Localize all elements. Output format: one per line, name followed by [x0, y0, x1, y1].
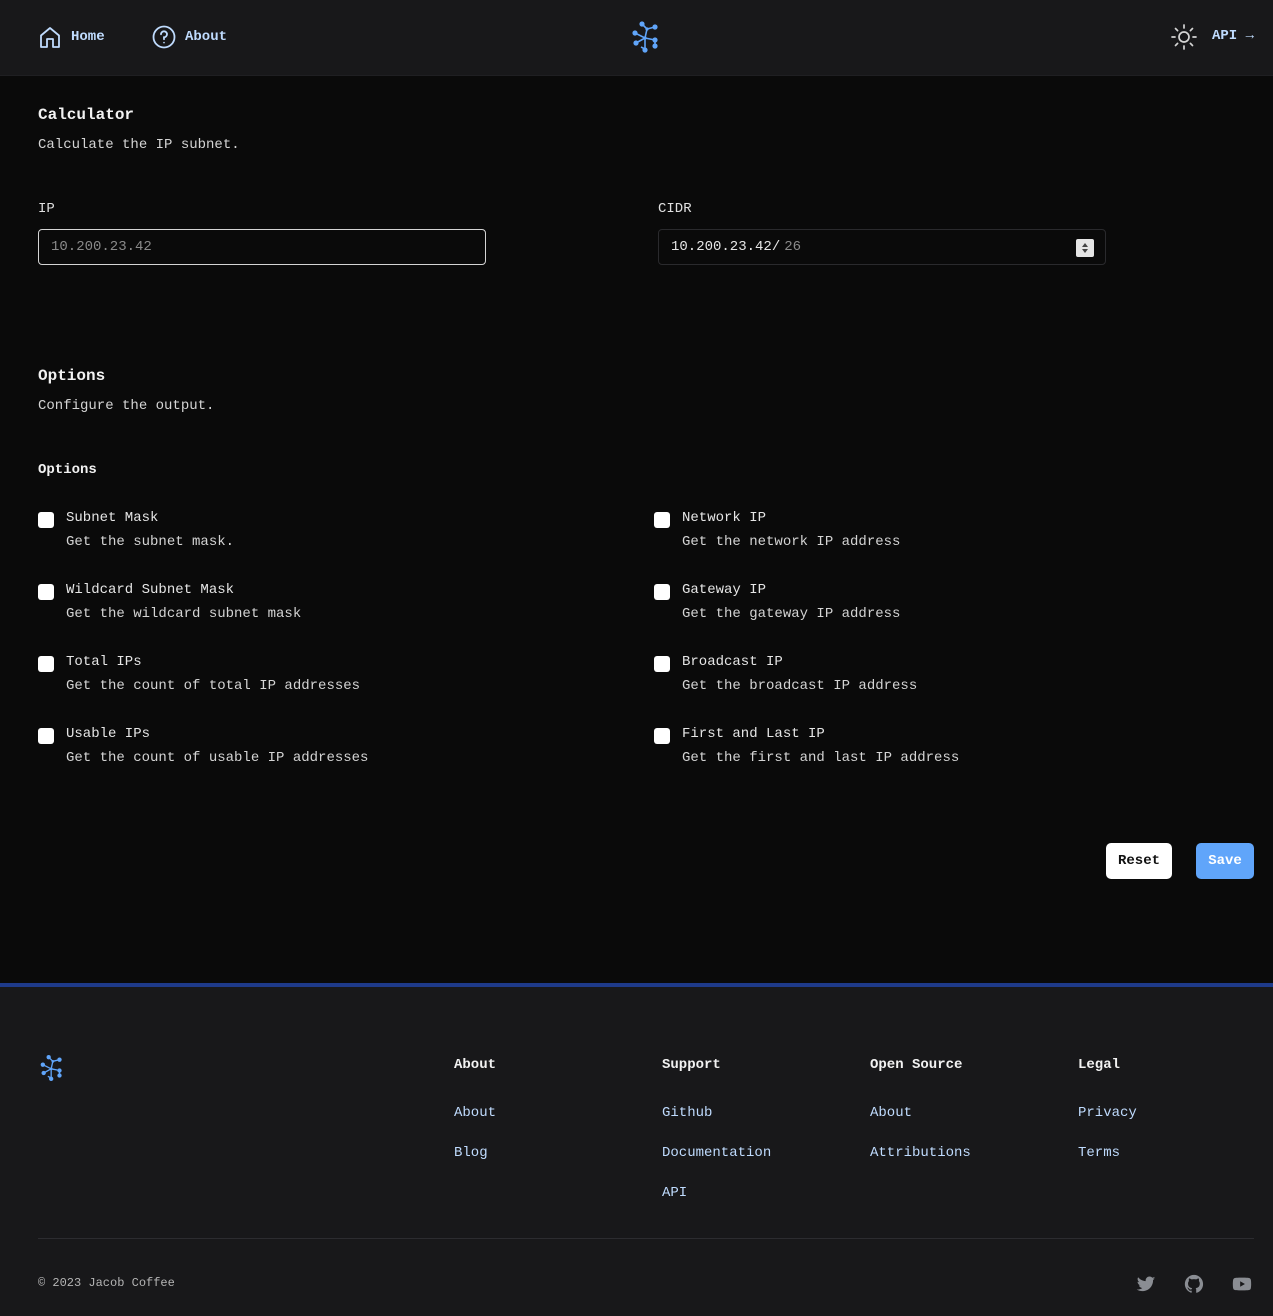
footer-link-os-about[interactable]: About	[870, 1105, 971, 1125]
option-description: Get the subnet mask.	[66, 534, 235, 550]
footer-link-blog[interactable]: Blog	[454, 1145, 496, 1165]
footer-link-documentation[interactable]: Documentation	[662, 1145, 771, 1165]
option-total-ips: Total IPs Get the count of total IP addr…	[38, 654, 598, 704]
top-navbar: Home About API →	[0, 0, 1273, 76]
option-title: Broadcast IP	[682, 654, 783, 670]
footer-column-legal: Legal Privacy Terms	[1078, 1057, 1137, 1165]
option-description: Get the wildcard subnet mask	[66, 606, 302, 622]
cidr-stepper[interactable]	[1076, 239, 1094, 257]
footer-link-terms[interactable]: Terms	[1078, 1145, 1137, 1165]
option-subnet-mask: Subnet Mask Get the subnet mask.	[38, 510, 598, 560]
chevron-up-icon	[1082, 243, 1088, 247]
sun-icon[interactable]	[1170, 23, 1198, 51]
ip-input[interactable]	[38, 229, 486, 265]
total-ips-checkbox[interactable]	[38, 656, 54, 672]
footer-link-about[interactable]: About	[454, 1105, 496, 1125]
twitter-icon[interactable]	[1135, 1273, 1157, 1295]
first-and-last-ip-checkbox[interactable]	[654, 728, 670, 744]
footer-link-attributions[interactable]: Attributions	[870, 1145, 971, 1165]
option-title: Subnet Mask	[66, 510, 159, 526]
option-usable-ips: Usable IPs Get the count of usable IP ad…	[38, 726, 598, 776]
usable-ips-checkbox[interactable]	[38, 728, 54, 744]
option-description: Get the broadcast IP address	[682, 678, 918, 694]
option-description: Get the gateway IP address	[682, 606, 901, 622]
cidr-label: CIDR	[658, 201, 692, 217]
network-logo-icon[interactable]	[628, 19, 664, 55]
option-title: Network IP	[682, 510, 767, 526]
nav-about-link[interactable]: About	[151, 24, 227, 50]
home-icon	[40, 27, 60, 48]
cidr-value: 26	[784, 239, 802, 255]
calculator-description: Calculate the IP subnet.	[38, 137, 240, 153]
nav-about-label: About	[185, 29, 228, 45]
options-title: Options	[38, 367, 106, 385]
gateway-ip-checkbox[interactable]	[654, 584, 670, 600]
option-title: First and Last IP	[682, 726, 825, 742]
calculator-title: Calculator	[38, 106, 135, 124]
option-description: Get the network IP address	[682, 534, 901, 550]
footer-column-open-source: Open Source About Attributions	[870, 1057, 971, 1165]
option-network-ip: Network IP Get the network IP address	[654, 510, 1214, 560]
network-logo-icon[interactable]	[37, 1053, 67, 1083]
footer-column-title: Legal	[1078, 1057, 1121, 1073]
footer-column-title: Support	[662, 1057, 721, 1073]
broadcast-ip-checkbox[interactable]	[654, 656, 670, 672]
options-description: Configure the output.	[38, 398, 215, 414]
nav-home-label: Home	[71, 29, 105, 45]
nav-home-link[interactable]: Home	[37, 24, 105, 50]
footer-column-about: About About Blog	[454, 1057, 496, 1165]
cidr-input[interactable]: 10.200.23.42/ 26	[658, 229, 1106, 265]
option-gateway-ip: Gateway IP Get the gateway IP address	[654, 582, 1214, 632]
option-description: Get the count of usable IP addresses	[66, 750, 369, 766]
cidr-prefix: 10.200.23.42/	[671, 239, 781, 255]
footer-divider	[38, 1238, 1254, 1239]
option-title: Gateway IP	[682, 582, 767, 598]
footer-link-privacy[interactable]: Privacy	[1078, 1105, 1137, 1125]
footer-column-title: Open Source	[870, 1057, 963, 1073]
option-description: Get the count of total IP addresses	[66, 678, 361, 694]
footer-column-title: About	[454, 1057, 497, 1073]
github-icon[interactable]	[1183, 1273, 1205, 1295]
option-title: Wildcard Subnet Mask	[66, 582, 235, 598]
wildcard-subnet-mask-checkbox[interactable]	[38, 584, 54, 600]
option-first-and-last-ip: First and Last IP Get the first and last…	[654, 726, 1214, 776]
option-wildcard-subnet-mask: Wildcard Subnet Mask Get the wildcard su…	[38, 582, 598, 632]
footer-link-api[interactable]: API	[662, 1185, 771, 1205]
question-circle-icon	[152, 25, 176, 49]
ip-label: IP	[38, 201, 55, 217]
chevron-down-icon	[1082, 249, 1088, 253]
network-ip-checkbox[interactable]	[654, 512, 670, 528]
options-group-label: Options	[38, 462, 97, 478]
option-broadcast-ip: Broadcast IP Get the broadcast IP addres…	[654, 654, 1214, 704]
save-button[interactable]: Save	[1196, 843, 1254, 879]
api-link[interactable]: API →	[1212, 28, 1254, 44]
copyright-text: © 2023 Jacob Coffee	[38, 1276, 175, 1290]
reset-button[interactable]: Reset	[1106, 843, 1172, 879]
footer-column-support: Support Github Documentation API	[662, 1057, 771, 1205]
youtube-icon[interactable]	[1231, 1273, 1253, 1295]
footer-link-github[interactable]: Github	[662, 1105, 771, 1125]
subnet-mask-checkbox[interactable]	[38, 512, 54, 528]
option-title: Usable IPs	[66, 726, 151, 742]
option-title: Total IPs	[66, 654, 142, 670]
option-description: Get the first and last IP address	[682, 750, 960, 766]
footer: About About Blog Support Github Document…	[0, 983, 1273, 1316]
